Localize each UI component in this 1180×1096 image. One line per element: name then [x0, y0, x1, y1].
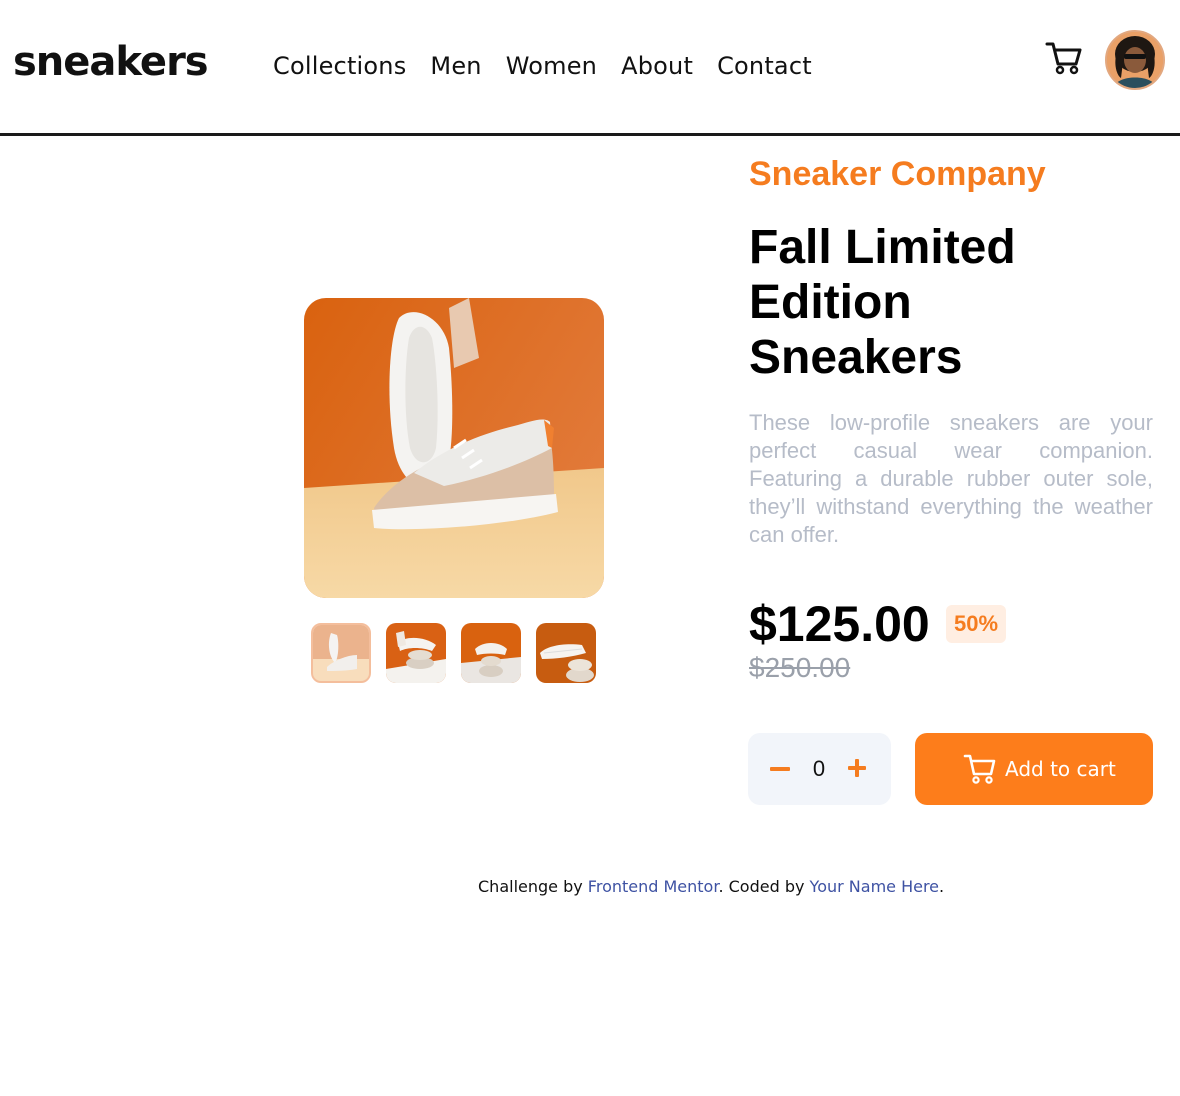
nav-item-about[interactable]: About — [621, 50, 693, 82]
main-nav: Collections Men Women About Contact — [273, 50, 812, 82]
sneaker-photo — [304, 298, 604, 598]
nav-item-collections[interactable]: Collections — [273, 50, 406, 82]
thumbnail-image — [461, 623, 521, 683]
nav-item-contact[interactable]: Contact — [717, 50, 812, 82]
footer-prefix: Challenge by — [478, 877, 588, 896]
decrement-button[interactable] — [770, 767, 790, 771]
avatar-icon — [1107, 32, 1163, 88]
cart-icon — [963, 754, 996, 784]
site-header: sneakers Collections Men Women About Con… — [0, 0, 1180, 136]
footer-middle: . Coded by — [718, 877, 810, 896]
thumbnail-list — [311, 623, 596, 683]
user-avatar[interactable] — [1105, 30, 1165, 90]
author-link[interactable]: Your Name Here — [810, 877, 939, 896]
thumbnail-1[interactable] — [311, 623, 371, 683]
thumbnail-image — [536, 623, 596, 683]
thumbnail-image — [386, 623, 446, 683]
product-description: These low-profile sneakers are your perf… — [749, 410, 1153, 547]
cart-icon[interactable] — [1045, 40, 1083, 76]
current-price: $125.00 — [749, 596, 930, 652]
attribution-footer: Challenge by Frontend Mentor. Coded by Y… — [0, 876, 1180, 898]
thumbnail-3[interactable] — [461, 623, 521, 683]
footer-suffix: . — [939, 877, 945, 896]
add-to-cart-button[interactable]: Add to cart — [915, 733, 1153, 805]
nav-item-women[interactable]: Women — [506, 50, 597, 82]
quantity-value: 0 — [812, 756, 826, 781]
product-title: Fall Limited Edition Sneakers — [749, 221, 1016, 384]
thumbnail-4[interactable] — [536, 623, 596, 683]
increment-button[interactable] — [848, 757, 866, 779]
original-price: $250.00 — [749, 652, 851, 683]
quantity-stepper: 0 — [748, 733, 891, 805]
nav-item-men[interactable]: Men — [430, 50, 481, 82]
thumbnail-image — [313, 625, 369, 681]
add-to-cart-label: Add to cart — [1005, 757, 1116, 781]
frontend-mentor-link[interactable]: Frontend Mentor — [588, 877, 719, 896]
discount-badge: 50% — [946, 605, 1006, 643]
thumbnail-2[interactable] — [386, 623, 446, 683]
company-name: Sneaker Company — [749, 155, 1046, 193]
product-main-image[interactable] — [304, 298, 604, 598]
brand-logo[interactable]: sneakers — [13, 36, 209, 88]
